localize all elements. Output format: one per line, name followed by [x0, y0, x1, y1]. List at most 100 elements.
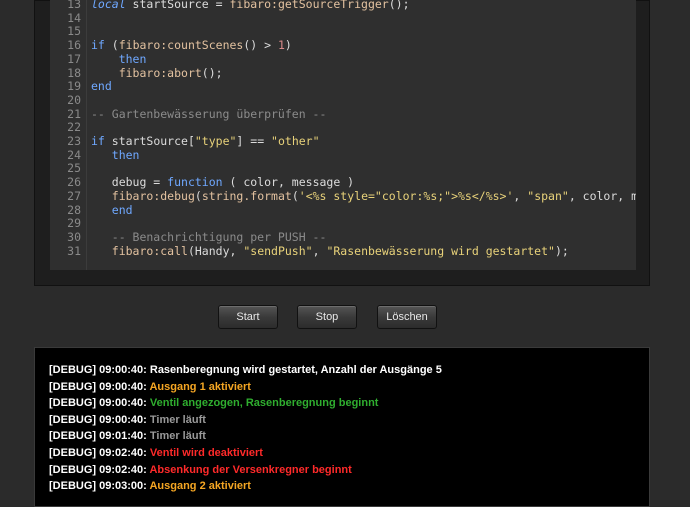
code-token: (Handy,	[187, 243, 244, 258]
log-timestamp: [DEBUG] 09:01:40:	[49, 430, 147, 443]
code-text: end	[91, 202, 133, 218]
line-number: 29	[67, 216, 81, 231]
code-token: "other"	[271, 134, 320, 148]
code-token: then	[91, 51, 147, 66]
code-text: debug = function ( color, message )	[91, 175, 355, 190]
line-number: 30	[67, 229, 81, 244]
code-token: then	[91, 147, 140, 162]
log-timestamp: [DEBUG] 09:00:40:	[49, 380, 147, 393]
code-token: fibaro:call	[111, 243, 188, 258]
code-line: 15	[50, 25, 636, 39]
log-timestamp: [DEBUG] 09:03:00:	[49, 480, 147, 493]
code-token: string.format	[201, 188, 292, 203]
log-timestamp: [DEBUG] 09:00:40:	[49, 397, 147, 410]
code-line: 30 -- Benachrichtigung per PUSH --	[50, 229, 636, 245]
code-token: "sendPush"	[243, 243, 313, 258]
log-entry: [DEBUG] 09:02:40: Ventil wird deaktivier…	[49, 446, 263, 460]
toolbar: Start Stop Löschen	[0, 305, 690, 329]
log-entry: [DEBUG] 09:01:40: Timer läuft	[49, 429, 206, 443]
log-message: Rasenberegnung wird gestartet, Anzahl de…	[149, 364, 442, 376]
code-token: '<%s style="color:%s;">%s</%s>'	[298, 188, 514, 203]
line-number: 27	[67, 188, 81, 203]
log-message: Absenkung der Versenkregner beginnt	[149, 463, 352, 476]
code-token: (	[111, 38, 119, 53]
code-token: );	[554, 243, 569, 258]
code-text: -- Benachrichtigung per PUSH --	[91, 230, 327, 245]
log-message: Ventil angezogen, Rasenberegnung beginnt	[149, 397, 379, 410]
start-button[interactable]: Start	[218, 305, 278, 329]
code-line: 18 fibaro:abort();	[50, 65, 636, 81]
stop-button[interactable]: Stop	[297, 305, 357, 329]
code-line: 31 fibaro:call(Handy, "sendPush", "Rasen…	[50, 243, 636, 259]
line-number: 15	[67, 24, 81, 39]
code-token: fibaro:debug	[111, 188, 195, 203]
clear-button[interactable]: Löschen	[377, 305, 437, 329]
line-number: 28	[67, 202, 81, 217]
line-number: 14	[67, 10, 81, 25]
code-token: (	[291, 188, 299, 203]
code-token: ,	[312, 243, 327, 258]
log-message: Ausgang 1 aktiviert	[149, 380, 251, 393]
code-line: 16 if (fibaro:countScenes() > 1)	[50, 38, 636, 53]
code-token: if	[91, 38, 112, 53]
line-number: 25	[67, 161, 81, 176]
log-timestamp: [DEBUG] 09:02:40:	[49, 447, 147, 459]
log-timestamp: [DEBUG] 09:00:40:	[49, 413, 147, 426]
code-line: 27 fibaro:debug(string.format('<%s style…	[50, 188, 636, 204]
line-number: 24	[67, 147, 81, 162]
log-entry: [DEBUG] 09:00:40: Ventil angezogen, Rase…	[49, 396, 378, 410]
code-token: if	[91, 134, 112, 148]
line-number: 16	[67, 38, 81, 53]
code-line: 26 debug = function ( color, message )	[50, 175, 636, 190]
code-token: end	[91, 202, 133, 217]
code-token: 1	[277, 38, 285, 53]
line-number: 18	[67, 65, 81, 80]
code-token: function	[167, 175, 223, 190]
line-number: 21	[67, 106, 81, 121]
code-line: 22	[50, 121, 636, 135]
code-text: -- Gartenbewässerung überprüfen --	[91, 106, 327, 122]
code-token: fibaro:countScenes	[118, 38, 244, 53]
log-timestamp: [DEBUG] 09:00:40:	[49, 364, 147, 376]
code-token: , color, messa	[568, 188, 636, 203]
code-token: ( color, message )	[222, 175, 355, 190]
code-line: 19 end	[50, 79, 636, 94]
code-token: "Rasenbewässerung wird gestartet"	[326, 243, 555, 258]
code-token: startSource =	[132, 0, 230, 11]
debug-console[interactable]: [DEBUG] 09:00:40: Rasenberegnung wird ge…	[34, 347, 650, 507]
code-token: -- Gartenbewässerung überprüfen --	[91, 106, 327, 121]
log-message: Timer läuft	[149, 413, 206, 426]
code-text: then	[91, 147, 140, 163]
code-editor[interactable]: 13 local startSource = fibaro:getSourceTr…	[50, 0, 636, 270]
code-token: "type"	[194, 134, 237, 148]
code-token: ();	[201, 65, 223, 80]
code-token: local	[91, 0, 133, 11]
code-token: ();	[388, 0, 410, 11]
line-number: 26	[67, 175, 81, 190]
code-line: 24 then	[50, 147, 636, 163]
code-line: 29	[50, 216, 636, 231]
code-token: end	[91, 79, 112, 94]
line-number: 20	[67, 92, 81, 107]
code-text: fibaro:abort();	[91, 65, 223, 81]
line-number: 13	[67, 0, 81, 11]
log-message: Timer läuft	[149, 430, 206, 443]
code-text: if (fibaro:countScenes() > 1)	[91, 38, 292, 53]
log-message: Ausgang 2 aktiviert	[149, 480, 251, 493]
line-number: 23	[67, 134, 81, 148]
code-token: fibaro:abort	[118, 65, 202, 80]
line-number: 17	[67, 51, 81, 66]
line-number: 22	[67, 120, 81, 135]
line-number: 31	[67, 243, 81, 258]
code-token: startSource[	[111, 134, 195, 148]
code-token: fibaro:getSourceTrigger	[229, 0, 389, 11]
code-text: fibaro:debug(string.format('<%s style="c…	[91, 188, 636, 204]
code-token: ,	[513, 188, 528, 203]
log-entry: [DEBUG] 09:00:40: Ausgang 1 aktiviert	[49, 380, 251, 394]
code-line: 28 end	[50, 202, 636, 218]
code-line: 20	[50, 92, 636, 108]
code-line: 17 then	[50, 51, 636, 67]
code-token: )	[284, 38, 292, 53]
